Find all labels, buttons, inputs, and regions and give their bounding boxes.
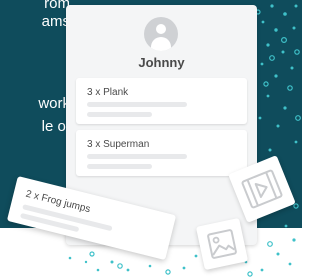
placeholder-line [87, 164, 152, 169]
placeholder-line [87, 112, 152, 117]
image-icon [207, 229, 237, 259]
placeholder-line [87, 154, 187, 159]
profile-name: Johnny [138, 55, 185, 70]
exercise-label: 3 x Superman [87, 139, 150, 150]
placeholder-line [87, 102, 187, 107]
exercise-item[interactable]: 3 x Superman [76, 130, 247, 176]
stage: rom ams work le of Johnny 3 x Plank 3 x … [0, 0, 302, 277]
avatar-head [156, 24, 166, 34]
exercise-label: 3 x Plank [87, 87, 129, 98]
exercise-item[interactable]: 3 x Plank [76, 78, 247, 124]
user-avatar-icon [144, 17, 178, 51]
image-media-tile[interactable] [195, 217, 249, 271]
avatar-body [151, 37, 171, 51]
